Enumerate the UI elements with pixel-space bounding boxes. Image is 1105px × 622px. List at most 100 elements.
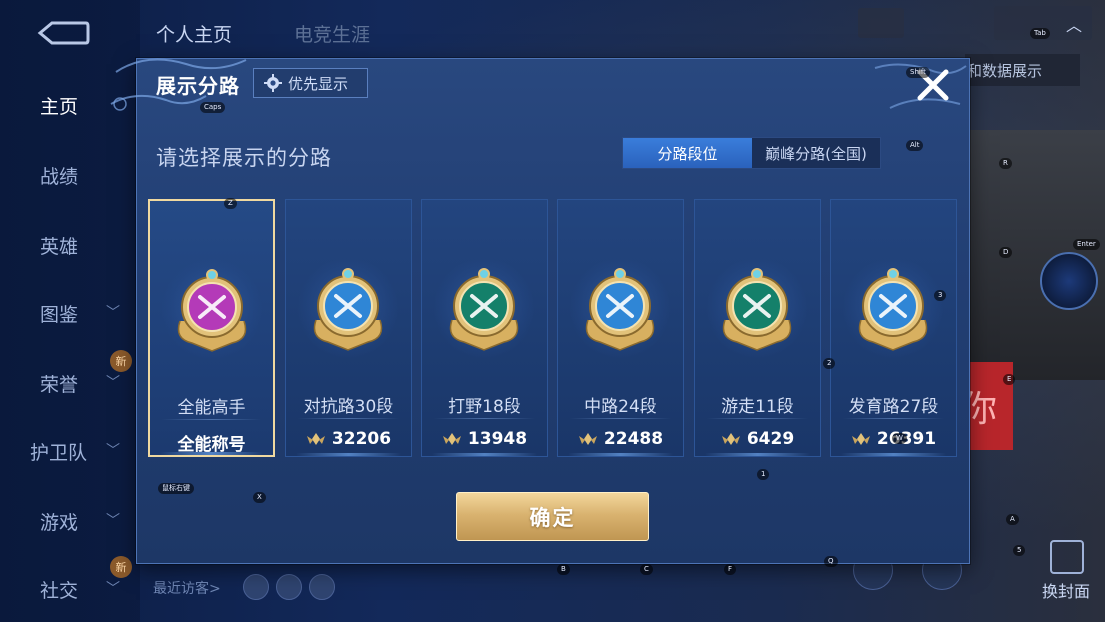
change-cover-label[interactable]: 换封面	[1042, 578, 1090, 602]
chevron-down-icon: ﹀	[106, 305, 120, 321]
key-hint-caps: Caps	[200, 102, 226, 113]
data-show-button[interactable]: 和数据展示	[965, 54, 1080, 86]
dialog-title: 展示分路	[156, 74, 240, 98]
nav-item-home[interactable]: 主页	[40, 92, 78, 119]
lane-card-score-row: 22488	[558, 429, 683, 449]
lane-card-label: 对抗路30段	[303, 397, 394, 417]
lane-card-label: 全能高手	[177, 398, 246, 418]
card-bottom-glow	[841, 453, 946, 456]
dialog-subtitle: 请选择展示的分路	[156, 146, 332, 170]
card-bottom-glow	[432, 453, 537, 456]
avatar[interactable]	[276, 574, 302, 600]
new-badge: 新	[110, 556, 132, 578]
nav-item-record[interactable]: 战绩	[40, 162, 78, 189]
key-hint-f: F	[724, 564, 737, 575]
lane-card[interactable]: 发育路27段26391	[830, 199, 957, 457]
nav-item-heroes[interactable]: 英雄	[40, 232, 78, 259]
tab-profile[interactable]: 个人主页	[156, 20, 232, 47]
priority-display-button[interactable]: 优先显示	[253, 68, 368, 98]
all-round-emblem-icon	[177, 269, 247, 352]
emblem-glow	[707, 258, 807, 358]
card-bottom-glow	[568, 453, 673, 456]
avatar[interactable]	[309, 574, 335, 600]
key-hint-x: X	[253, 492, 266, 503]
mid-lane-emblem-icon	[585, 268, 655, 351]
divider	[434, 418, 535, 419]
lane-card-score: 22488	[603, 429, 664, 449]
key-hint-enter: Enter	[1073, 239, 1100, 250]
key-hint-alt: Alt	[906, 140, 924, 151]
nav-item-games[interactable]: 游戏	[40, 508, 78, 535]
cover-icon[interactable]	[1050, 540, 1084, 574]
card-bottom-glow	[296, 453, 401, 456]
peak-points-icon	[442, 433, 461, 445]
chevron-down-icon: ﹀	[106, 443, 120, 459]
key-hint-b: B	[557, 564, 570, 575]
lane-card[interactable]: 全能高手 全能称号	[148, 199, 275, 457]
emblem-glow	[162, 259, 262, 359]
recent-visitors-link[interactable]: 最近访客>	[153, 578, 221, 598]
lane-card[interactable]: 打野18段 13948	[421, 199, 548, 457]
key-hint-d: D	[999, 247, 1013, 258]
nav-item-honor[interactable]: 荣誉	[40, 370, 78, 397]
segment-toggle: 分路段位 巅峰分路(全国)	[622, 137, 881, 169]
peak-points-icon	[306, 433, 325, 445]
lane-card-score-row: 6429	[695, 429, 820, 449]
emblem-glow	[570, 258, 670, 358]
key-hint-z: Z	[224, 198, 237, 209]
top-icon-button[interactable]	[858, 8, 904, 38]
divider	[298, 418, 399, 419]
tab-esports-career[interactable]: 电竞生涯	[294, 20, 370, 47]
profile-photo-area	[970, 130, 1105, 380]
key-hint-c: C	[640, 564, 653, 575]
priority-display-label: 优先显示	[288, 74, 349, 93]
key-hint-mouse-right: 鼠标右键	[158, 483, 194, 494]
lane-card-label: 打野18段	[448, 397, 521, 417]
gear-icon	[264, 74, 282, 92]
new-badge: 新	[110, 350, 132, 372]
confirm-button[interactable]: 确定	[456, 492, 649, 541]
card-bottom-glow	[160, 452, 263, 455]
key-hint-shift: Shift	[906, 67, 930, 78]
emblem-glow	[298, 258, 398, 358]
roam-emblem-icon	[722, 268, 792, 351]
peak-points-icon	[578, 433, 597, 445]
farm-lane-emblem-icon	[858, 268, 928, 351]
clash-lane-emblem-icon	[313, 268, 383, 351]
back-arrow-icon[interactable]	[36, 20, 90, 46]
key-hint-tab: Tab	[1030, 28, 1050, 39]
lane-card-label: 游走11段	[721, 397, 794, 417]
lane-card[interactable]: 中路24段 22488	[557, 199, 684, 457]
left-nav: 主页 战绩 英雄 图鉴 ﹀ 荣誉 新 ﹀ 护卫队 ﹀ 游戏 ﹀ 社交 新 ﹀	[0, 0, 140, 622]
key-hint-w: W	[892, 433, 907, 444]
divider	[843, 418, 944, 419]
chevron-down-icon: ﹀	[106, 375, 120, 391]
emblem-glow	[434, 258, 534, 358]
team-badge-icon[interactable]	[1040, 252, 1098, 310]
key-hint-q: Q	[824, 556, 838, 567]
lane-card-score: 6429	[746, 429, 795, 449]
card-bottom-glow	[705, 453, 810, 456]
nav-item-guard-team[interactable]: 护卫队	[30, 438, 87, 465]
avatar[interactable]	[243, 574, 269, 600]
lane-card[interactable]: 对抗路30段 32206	[285, 199, 412, 457]
emblem-glow	[843, 258, 943, 358]
chevron-up-icon: ︿	[1065, 16, 1082, 35]
lane-card-label: 发育路27段	[848, 397, 939, 417]
nav-item-atlas[interactable]: 图鉴	[40, 300, 78, 327]
lane-card[interactable]: 游走11段 6429	[694, 199, 821, 457]
lane-card-label: 中路24段	[584, 397, 657, 417]
chevron-down-icon: ﹀	[106, 581, 120, 597]
lane-card-score-row: 32206	[286, 429, 411, 449]
peak-points-icon	[721, 433, 740, 445]
key-hint-r: R	[999, 158, 1012, 169]
divider	[162, 419, 261, 420]
peak-points-icon	[851, 433, 870, 445]
jungle-emblem-icon	[449, 268, 519, 351]
tab-lane-rank[interactable]: 分路段位	[623, 138, 752, 168]
lane-card-score: 13948	[467, 429, 528, 449]
tab-peak-lane-national[interactable]: 巅峰分路(全国)	[752, 138, 880, 168]
chevron-down-icon: ﹀	[106, 513, 120, 529]
nav-item-social[interactable]: 社交	[40, 576, 78, 603]
lane-card-score: 32206	[331, 429, 392, 449]
